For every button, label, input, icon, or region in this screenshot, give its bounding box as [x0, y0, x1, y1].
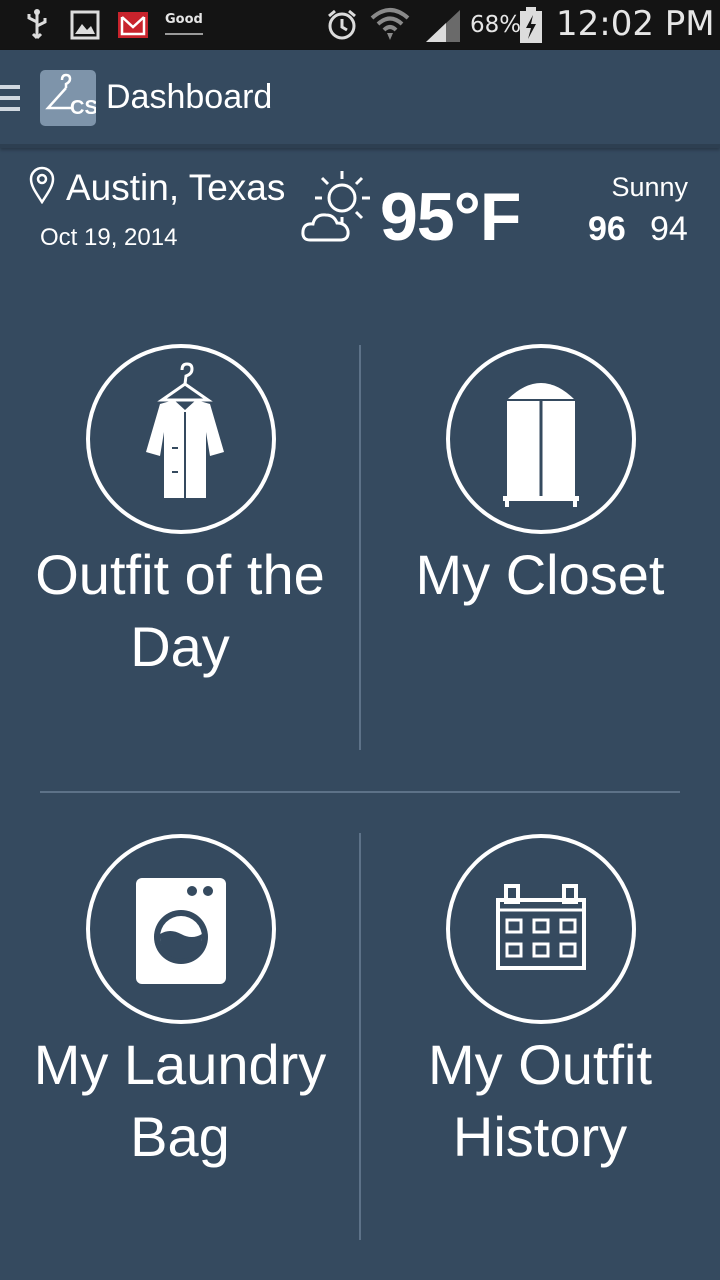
wifi-icon: [370, 8, 410, 40]
battery-percent: 68%: [470, 12, 522, 38]
gmail-icon: [118, 12, 148, 38]
location-name: Austin, Texas: [66, 167, 286, 208]
my-outfit-history-tile[interactable]: My Outfit History: [360, 830, 720, 1250]
page-title: Dashboard: [106, 78, 273, 116]
good-app-icon: Good: [165, 12, 203, 35]
tile-label-line1: My Laundry: [33, 1033, 327, 1096]
history-icon-circle: [446, 834, 636, 1024]
weather-date: Oct 19, 2014: [40, 224, 178, 251]
action-bar: CS Dashboard: [0, 50, 720, 148]
tile-label-line2: Day: [130, 615, 230, 678]
outfit-of-the-day-tile[interactable]: Outfit of the Day: [0, 340, 360, 760]
clock: 12:02 PM: [556, 4, 715, 44]
laundry-icon-circle: [86, 834, 276, 1024]
horizontal-divider: [40, 791, 680, 793]
tile-label-line1: My Closet: [415, 543, 665, 606]
my-laundry-bag-tile[interactable]: My Laundry Bag: [0, 830, 360, 1250]
low-temperature: 94: [650, 210, 688, 248]
signal-icon: [426, 10, 460, 42]
calendar-icon: [496, 884, 586, 970]
high-temperature: 96: [588, 210, 626, 248]
usb-icon: [27, 9, 47, 40]
tile-label-line1: Outfit of the: [35, 543, 325, 606]
current-temperature: 95°F: [380, 179, 521, 255]
tile-label-line2: Bag: [130, 1105, 230, 1168]
partly-sunny-icon: [301, 171, 370, 242]
outfit-icon-circle: [86, 344, 276, 534]
battery-icon: [520, 7, 542, 43]
app-logo[interactable]: CS: [40, 70, 98, 126]
wardrobe-icon: [503, 383, 579, 507]
closet-icon-circle: [446, 344, 636, 534]
svg-text:CS: CS: [70, 97, 96, 119]
hanger-logo-icon: CS: [45, 73, 98, 119]
status-bar: Good 68% 12:02 PM: [0, 0, 720, 50]
gallery-icon: [70, 10, 100, 40]
alarm-icon: [328, 9, 356, 40]
location-pin-icon: [29, 166, 55, 204]
menu-icon[interactable]: [0, 85, 20, 113]
jacket-on-hanger-icon: [146, 362, 224, 498]
tile-label-line1: My Outfit: [427, 1033, 653, 1096]
tile-label-line2: History: [452, 1105, 628, 1168]
weather-condition: Sunny: [611, 172, 688, 202]
my-closet-tile[interactable]: My Closet: [360, 340, 720, 760]
washing-machine-icon: [136, 878, 226, 984]
